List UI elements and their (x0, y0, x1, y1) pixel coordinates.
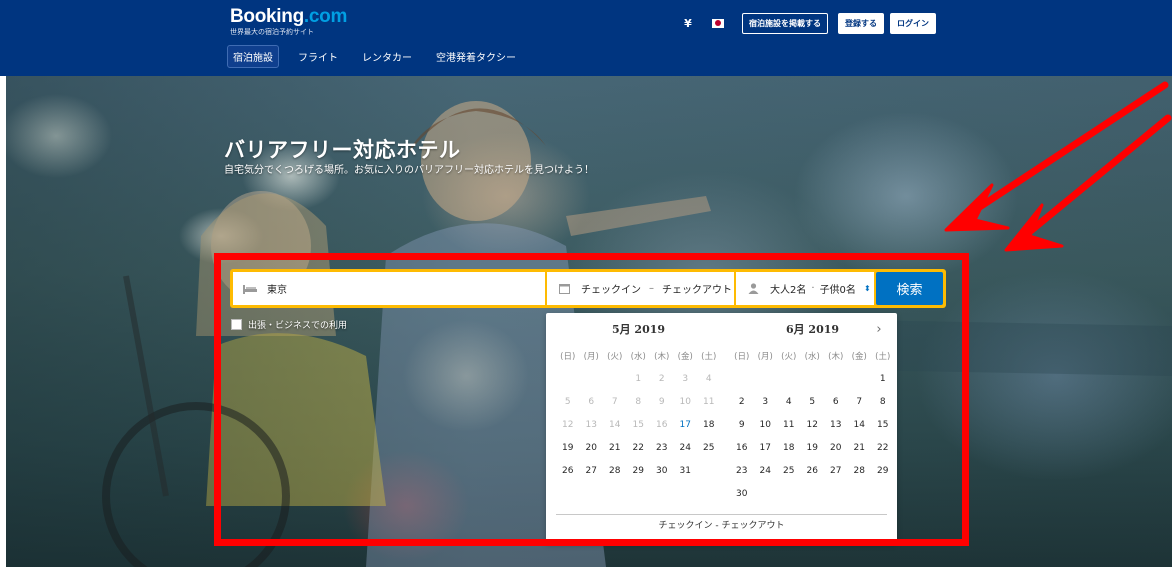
header-actions: ¥ 宿泊施設を掲載する 登録する ログイン (680, 12, 936, 34)
currency-selector[interactable]: ¥ (680, 17, 696, 30)
product-nav: 宿泊施設 フライト レンタカー 空港発着タクシー (227, 44, 535, 68)
logo-wordmark: Booking.com (230, 6, 348, 27)
logo-tagline: 世界最大の宿泊予約サイト (230, 28, 314, 36)
site-header: Booking.com 世界最大の宿泊予約サイト ¥ 宿泊施設を掲載する 登録す… (0, 0, 1172, 76)
highlight-box (214, 253, 969, 546)
tab-stays[interactable]: 宿泊施設 (227, 44, 279, 68)
language-flag-icon[interactable] (712, 18, 724, 28)
tab-flights[interactable]: フライト (293, 46, 343, 67)
login-button[interactable]: ログイン (890, 12, 936, 34)
tab-airport-taxi[interactable]: 空港発着タクシー (431, 46, 521, 67)
list-property-button[interactable]: 宿泊施設を掲載する (742, 12, 828, 34)
booking-logo[interactable]: Booking.com 世界最大の宿泊予約サイト (230, 7, 347, 37)
tab-car-rental[interactable]: レンタカー (357, 46, 417, 67)
register-button[interactable]: 登録する (838, 12, 884, 34)
hero-subtitle: 自宅気分でくつろげる場所。お気に入りのバリアフリー対応ホテルを見つけよう！ (224, 165, 594, 176)
hero-title: バリアフリー対応ホテル (224, 138, 461, 162)
